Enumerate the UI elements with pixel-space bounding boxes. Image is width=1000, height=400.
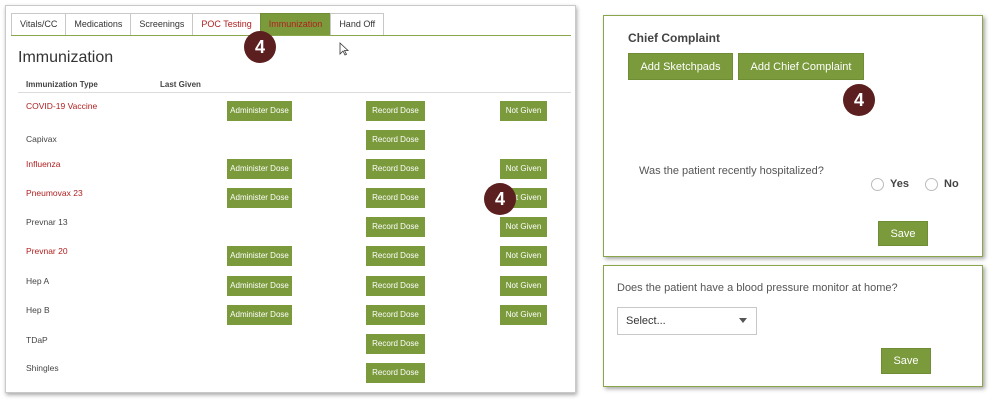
- no-label[interactable]: No: [944, 178, 959, 190]
- not-given-button[interactable]: Not Given: [500, 276, 547, 296]
- record-dose-button[interactable]: Record Dose: [366, 188, 425, 208]
- save-button[interactable]: Save: [878, 221, 928, 246]
- not-given-button[interactable]: Not Given: [500, 159, 547, 179]
- administer-dose-button[interactable]: Administer Dose: [227, 159, 292, 179]
- tab-bar: Vitals/CC Medications Screenings POC Tes…: [11, 13, 385, 36]
- mouse-pointer-icon: [339, 42, 349, 56]
- administer-dose-button[interactable]: Administer Dose: [227, 188, 292, 208]
- administer-dose-button[interactable]: Administer Dose: [227, 305, 292, 325]
- bp-monitor-select[interactable]: Select...: [617, 307, 757, 335]
- immunization-name: Hep B: [26, 305, 50, 315]
- immunization-name[interactable]: COVID-19 Vaccine: [26, 101, 97, 111]
- header-divider: [18, 92, 571, 93]
- immunization-name[interactable]: Prevnar 20: [26, 246, 68, 256]
- not-given-button[interactable]: Not Given: [500, 246, 547, 266]
- administer-dose-button[interactable]: Administer Dose: [227, 246, 292, 266]
- record-dose-button[interactable]: Record Dose: [366, 246, 425, 266]
- page-title: Immunization: [18, 49, 114, 66]
- tab-hand-off[interactable]: Hand Off: [330, 13, 385, 36]
- save-button[interactable]: Save: [881, 348, 931, 374]
- yes-radio[interactable]: [871, 178, 884, 191]
- record-dose-button[interactable]: Record Dose: [366, 363, 425, 383]
- tab-medications[interactable]: Medications: [65, 13, 131, 36]
- tab-immunization[interactable]: Immunization: [259, 13, 331, 36]
- chevron-down-icon: [739, 318, 747, 323]
- administer-dose-button[interactable]: Administer Dose: [227, 276, 292, 296]
- immunization-name: TDaP: [26, 335, 48, 345]
- bp-monitor-question: Does the patient have a blood pressure m…: [617, 282, 898, 294]
- record-dose-button[interactable]: Record Dose: [366, 217, 425, 237]
- administer-dose-button[interactable]: Administer Dose: [227, 101, 292, 121]
- tab-vitals-cc[interactable]: Vitals/CC: [11, 13, 66, 36]
- step-badge: 4: [843, 84, 875, 116]
- no-radio[interactable]: [925, 178, 938, 191]
- record-dose-button[interactable]: Record Dose: [366, 130, 425, 150]
- not-given-button[interactable]: Not Given: [500, 217, 547, 237]
- step-badge: 4: [244, 31, 276, 63]
- not-given-button[interactable]: Not Given: [500, 305, 547, 325]
- add-chief-complaint-button[interactable]: Add Chief Complaint: [738, 53, 864, 80]
- record-dose-button[interactable]: Record Dose: [366, 101, 425, 121]
- immunization-name: Capivax: [26, 134, 57, 144]
- immunization-name: Shingles: [26, 363, 59, 373]
- immunization-name[interactable]: Influenza: [26, 159, 61, 169]
- record-dose-button[interactable]: Record Dose: [366, 159, 425, 179]
- add-sketchpads-button[interactable]: Add Sketchpads: [628, 53, 733, 80]
- record-dose-button[interactable]: Record Dose: [366, 305, 425, 325]
- immunization-name[interactable]: Pneumovax 23: [26, 188, 83, 198]
- hospitalized-question: Was the patient recently hospitalized?: [639, 165, 824, 177]
- immunization-name: Hep A: [26, 276, 50, 286]
- step-badge: 4: [484, 183, 516, 215]
- tab-underline: [11, 35, 571, 36]
- yes-label[interactable]: Yes: [890, 178, 909, 190]
- chief-complaint-title: Chief Complaint: [628, 31, 720, 45]
- immunization-name: Prevnar 13: [26, 217, 68, 227]
- tab-poc-testing[interactable]: POC Testing: [192, 13, 260, 36]
- not-given-button[interactable]: Not Given: [500, 101, 547, 121]
- tab-screenings[interactable]: Screenings: [130, 13, 193, 36]
- column-header-last-given: Last Given: [160, 80, 201, 89]
- record-dose-button[interactable]: Record Dose: [366, 276, 425, 296]
- select-value: Select...: [626, 315, 666, 327]
- record-dose-button[interactable]: Record Dose: [366, 334, 425, 354]
- column-header-type: Immunization Type: [26, 80, 98, 89]
